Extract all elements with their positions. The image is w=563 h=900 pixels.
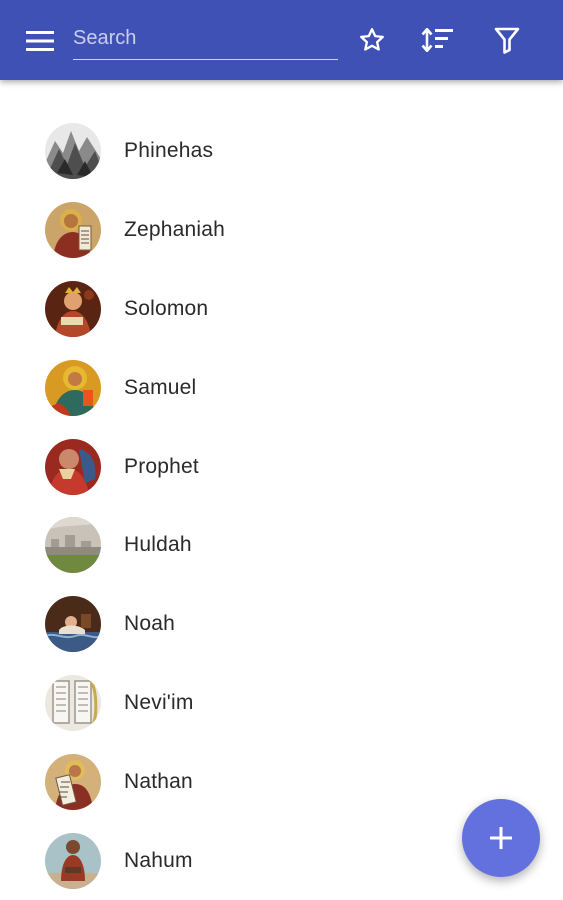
samuel-avatar bbox=[45, 359, 101, 416]
item-label: Noah bbox=[124, 612, 176, 636]
star-outline-icon bbox=[360, 28, 384, 51]
filter-icon bbox=[494, 27, 520, 54]
sort-button[interactable] bbox=[418, 20, 458, 60]
item-label: Solomon bbox=[124, 296, 209, 320]
menu-icon bbox=[26, 31, 54, 51]
menu-button[interactable] bbox=[22, 23, 58, 59]
list-item[interactable]: Samuel bbox=[0, 348, 563, 427]
list-item[interactable]: Huldah bbox=[0, 506, 563, 585]
search-input[interactable] bbox=[73, 18, 338, 54]
entry-list: Phinehas Zephaniah Solomon Samuel Prophe… bbox=[0, 112, 563, 900]
item-label: Huldah bbox=[124, 533, 192, 557]
list-item[interactable]: Zephaniah bbox=[0, 191, 563, 270]
item-label: Nahum bbox=[124, 848, 193, 872]
prophet-avatar bbox=[45, 438, 101, 495]
huldah-avatar bbox=[45, 517, 101, 574]
solomon-avatar bbox=[45, 280, 101, 337]
item-label: Phinehas bbox=[124, 139, 214, 163]
nahum-avatar bbox=[45, 832, 101, 889]
sort-icon bbox=[421, 27, 453, 53]
list-item[interactable]: Nevi'im bbox=[0, 664, 563, 743]
item-label: Nathan bbox=[124, 769, 193, 793]
list-item[interactable]: Solomon bbox=[0, 270, 563, 349]
zephaniah-avatar bbox=[45, 202, 101, 259]
top-app-bar bbox=[0, 0, 563, 80]
filter-button[interactable] bbox=[487, 20, 527, 60]
item-label: Zephaniah bbox=[124, 218, 226, 242]
item-label: Nevi'im bbox=[124, 690, 194, 714]
list-item[interactable]: Noah bbox=[0, 585, 563, 664]
plus-icon bbox=[490, 827, 512, 849]
noah-avatar bbox=[45, 596, 101, 653]
list-item[interactable]: Prophet bbox=[0, 427, 563, 506]
nathan-avatar bbox=[45, 753, 101, 810]
neviim-avatar bbox=[45, 674, 101, 731]
add-button[interactable] bbox=[462, 799, 540, 877]
search-field bbox=[73, 18, 338, 60]
item-label: Prophet bbox=[124, 454, 199, 478]
phinehas-avatar bbox=[45, 123, 101, 180]
item-label: Samuel bbox=[124, 375, 197, 399]
favorites-button[interactable] bbox=[352, 20, 392, 60]
list-item[interactable]: Phinehas bbox=[0, 112, 563, 191]
app-root: Phinehas Zephaniah bbox=[0, 0, 563, 900]
